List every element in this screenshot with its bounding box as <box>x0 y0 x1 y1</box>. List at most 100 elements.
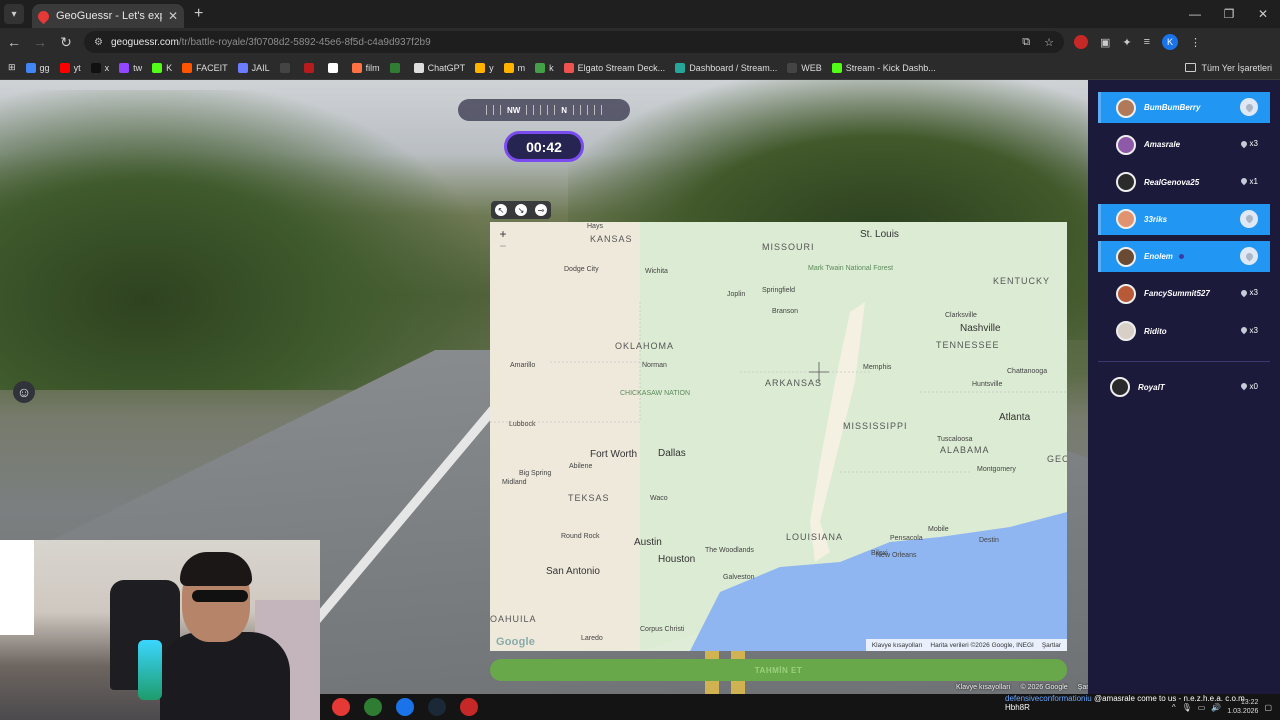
streamer-body <box>160 632 290 720</box>
map-shortcuts-link[interactable]: Klavye kısayolları <box>872 642 923 649</box>
bookmark-item[interactable]: JAIL <box>237 62 270 73</box>
extension-icon[interactable]: ▣ <box>1100 36 1110 49</box>
tab-search-button[interactable]: ▾ <box>4 4 24 24</box>
bookmark-favicon-icon <box>237 62 248 73</box>
bookmark-item[interactable]: WEB <box>787 62 822 73</box>
guess-pin-icon <box>1240 247 1258 266</box>
map-label: Midland <box>502 479 527 486</box>
taskbar-app-icon[interactable] <box>396 698 414 716</box>
notifications-icon[interactable]: ▢ <box>1264 703 1272 712</box>
bookmark-item[interactable]: m <box>503 62 525 73</box>
guess-button[interactable]: TAHMİN ET <box>490 659 1067 681</box>
google-logo: Google <box>496 636 536 648</box>
map-data-credit: Harita verileri ©2026 Google, INEGI <box>930 641 1034 649</box>
zoom-out-button[interactable]: − <box>496 240 510 252</box>
bookmark-star-icon[interactable]: ☆ <box>1044 36 1054 49</box>
map-label: CHICKASAW NATION <box>620 390 690 397</box>
ticker-name: Hbh8R <box>1005 703 1030 712</box>
bookmark-label: x <box>104 62 110 73</box>
avatar <box>1116 246 1136 267</box>
profile-avatar[interactable]: K <box>1162 34 1179 50</box>
bookmark-item[interactable]: gg <box>25 62 50 73</box>
bookmark-item[interactable]: y <box>475 62 494 73</box>
map-label: TENNESSEE <box>936 340 1000 350</box>
extensions-puzzle-icon[interactable]: ✦ <box>1122 36 1131 49</box>
restore-icon[interactable]: ❐ <box>1212 0 1246 28</box>
map-label: Dallas <box>658 448 686 459</box>
pin-map-icon[interactable]: ⊸ <box>535 204 547 216</box>
map-label: Lubbock <box>509 421 536 428</box>
avatar <box>1116 283 1136 304</box>
bookmark-item[interactable] <box>279 62 294 73</box>
geoguessr-favicon-icon <box>35 8 52 24</box>
expand-map-icon[interactable]: ↖ <box>495 204 507 216</box>
player-name: BumBumBerry <box>1144 103 1201 112</box>
bookmark-favicon-icon <box>90 62 101 73</box>
taskbar-app-icon[interactable] <box>460 698 478 716</box>
extensions-area: ▣ ✦ ≡ K ⋮ <box>1074 34 1201 50</box>
bookmark-item[interactable]: film <box>351 62 380 73</box>
map-label: Mark Twain National Forest <box>808 265 893 272</box>
minimize-icon[interactable]: — <box>1178 0 1212 28</box>
shrink-map-icon[interactable]: ↘ <box>515 204 527 216</box>
extension-badge-icon[interactable] <box>1074 35 1088 49</box>
bookmark-label: k <box>549 62 554 73</box>
map-label: GEO <box>1047 454 1067 464</box>
bookmark-item[interactable]: Stream - Kick Dashb... <box>831 62 936 73</box>
taskbar-app-icon[interactable] <box>332 698 350 716</box>
map-label: Norman <box>642 362 667 369</box>
map-label: Springfield <box>762 287 795 294</box>
player-name: 33riks <box>1144 214 1168 224</box>
guess-pin-icon <box>1240 98 1258 116</box>
map-label: Houston <box>658 554 695 565</box>
lives-label: x0 <box>1249 381 1258 391</box>
bookmark-item[interactable]: ChatGPT <box>413 62 466 73</box>
bookmark-item[interactable]: FACEIT <box>182 62 228 73</box>
taskbar-apps <box>332 698 478 716</box>
bookmark-item[interactable] <box>327 62 342 73</box>
bookmark-item[interactable]: Elgato Stream Deck... <box>563 62 665 73</box>
lives-count: x0 <box>1239 381 1258 391</box>
map-terms-link[interactable]: Şartlar <box>1042 642 1061 649</box>
reload-button[interactable]: ↻ <box>54 34 78 51</box>
install-app-icon[interactable]: ⧉ <box>1022 36 1030 49</box>
bookmark-label: ChatGPT <box>427 62 466 73</box>
close-tab-icon[interactable]: ✕ <box>168 9 178 23</box>
bookmark-item[interactable]: x <box>90 62 110 73</box>
media-icon[interactable]: ≡ <box>1144 36 1150 48</box>
lives-label: x3 <box>1249 139 1258 149</box>
bookmark-item[interactable]: Dashboard / Stream... <box>675 62 777 73</box>
player-row: FancySummit527 x3 <box>1098 278 1270 309</box>
bookmark-item[interactable]: k <box>535 62 554 73</box>
address-bar[interactable]: ⚙ geoguessr.com/tr/battle-royale/3f0708d… <box>84 31 1064 53</box>
sunglasses <box>192 590 248 602</box>
map-label: ARKANSAS <box>765 378 822 388</box>
site-info-icon[interactable]: ⚙ <box>94 37 103 48</box>
all-bookmarks-folder[interactable]: Tüm Yer İşaretleri <box>1185 63 1272 73</box>
new-tab-button[interactable]: + <box>194 5 203 23</box>
close-window-icon[interactable]: ✕ <box>1246 0 1280 28</box>
apps-grid-icon[interactable]: ⊞ <box>8 62 16 73</box>
forward-button[interactable]: → <box>28 34 52 50</box>
taskbar-app-icon[interactable] <box>428 698 446 716</box>
bookmark-item[interactable]: tw <box>119 62 142 73</box>
bookmark-item[interactable] <box>389 62 404 73</box>
player-name: RoyalT <box>1138 382 1165 392</box>
player-list: BumBumBerry Amasrale x3 RealGenova25 x1 33rik… <box>1098 92 1270 409</box>
guess-map[interactable]: KANSAS MISSOURI St. Louis Hays Dodge City Wic… <box>490 222 1067 651</box>
bookmark-item[interactable]: K <box>152 62 172 73</box>
emote-button[interactable]: ☺ <box>13 381 35 403</box>
bookmark-label: y <box>489 62 494 73</box>
ticker-message: @amasrale come to us - n.e.z.h.e.a. c.o.… <box>1093 694 1245 703</box>
bookmark-item[interactable]: yt <box>59 62 81 73</box>
pano-shortcuts-link[interactable]: Klavye kısayolları <box>956 684 1010 691</box>
browser-menu-icon[interactable]: ⋮ <box>1190 36 1201 49</box>
bookmark-item[interactable] <box>303 62 318 73</box>
taskbar-app-icon[interactable] <box>364 698 382 716</box>
system-tray: defensiveconformationiu @amasrale come t… <box>1005 694 1280 716</box>
back-button[interactable]: ← <box>2 34 26 50</box>
map-label: Nashville <box>960 323 1001 334</box>
map-label: MISSOURI <box>762 242 815 252</box>
bookmark-label: film <box>365 62 380 73</box>
browser-tab[interactable]: GeoGuessr - Let's explore the w ✕ <box>32 4 184 28</box>
